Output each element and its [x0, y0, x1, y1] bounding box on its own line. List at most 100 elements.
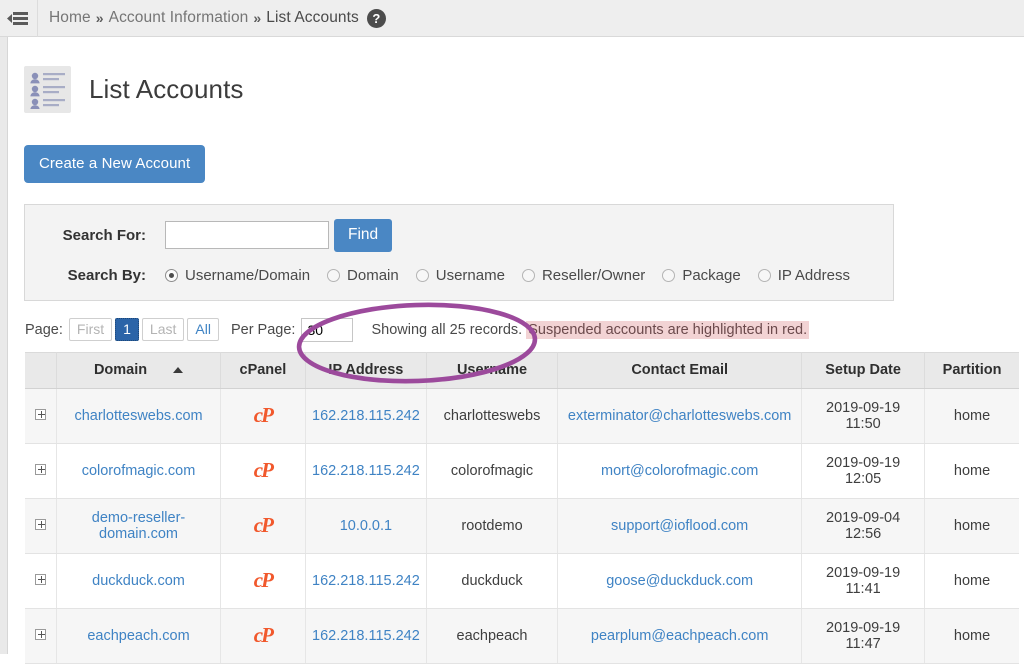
table-row: eachpeach.com cP 162.218.115.242 eachpeach p… [25, 608, 1019, 664]
column-header-partition[interactable]: Partition [924, 351, 1019, 389]
cell-cpanel: cP [220, 553, 307, 609]
cell-setup-date: 2019-09-19 11:50 [801, 388, 926, 444]
help-icon[interactable]: ? [366, 8, 386, 28]
per-page-label: Per Page: [230, 321, 296, 338]
breadcrumb-item-home[interactable]: Home [49, 9, 91, 27]
left-sidebar-rail [0, 37, 8, 654]
row-expander-cell [25, 498, 58, 554]
expand-row-icon[interactable] [35, 463, 47, 475]
accounts-table: Domain cPanel IP Address Username Contac… [25, 351, 1019, 664]
hamburger-menu-icon[interactable] [0, 0, 38, 37]
column-header-cpanel[interactable]: cPanel [220, 351, 307, 389]
cell-contact-email: pearplum@eachpeach.com [557, 608, 803, 664]
cpanel-icon[interactable]: cP [254, 460, 274, 481]
column-header-domain-label: Domain [93, 361, 148, 378]
cell-ip-address: 162.218.115.242 [305, 388, 427, 444]
radio-username[interactable]: Username [415, 266, 505, 284]
cell-partition: home [924, 388, 1019, 444]
row-expander-cell [25, 443, 58, 499]
page-last-button[interactable]: Last [141, 318, 185, 342]
radio-button-icon [662, 268, 676, 282]
expand-row-icon[interactable] [35, 518, 47, 530]
table-row: demo-reseller-domain.com cP 10.0.0.1 rootde… [25, 498, 1019, 554]
page-all-button[interactable]: All [187, 318, 219, 342]
radio-label: Package [682, 266, 741, 284]
radio-button-icon [757, 268, 771, 282]
top-navigation-bar: Home » Account Information » List Accoun… [0, 0, 1024, 37]
column-header-setup-date[interactable]: Setup Date [801, 351, 926, 389]
table-row: duckduck.com cP 162.218.115.242 duckduck goo… [25, 553, 1019, 609]
ip-address-link[interactable]: 162.218.115.242 [312, 573, 420, 589]
radio-domain[interactable]: Domain [327, 267, 399, 284]
create-new-account-button[interactable]: Create a New Account [24, 144, 206, 183]
cell-cpanel: cP [220, 443, 307, 499]
table-row: colorofmagic.com cP 162.218.115.242 colorof… [25, 443, 1019, 499]
radio-label: Username [435, 266, 505, 284]
search-input[interactable] [165, 221, 329, 250]
ip-address-link[interactable]: 10.0.0.1 [340, 518, 392, 534]
column-header-domain[interactable]: Domain [56, 351, 221, 389]
records-status: Showing all 25 records. Suspended accoun… [371, 320, 810, 339]
breadcrumb-separator: » [253, 10, 262, 26]
cell-domain: duckduck.com [56, 553, 221, 609]
column-header-ip-address[interactable]: IP Address [305, 351, 427, 389]
radio-label: Username/Domain [185, 266, 311, 284]
domain-link[interactable]: demo-reseller-domain.com [92, 510, 185, 542]
domain-link[interactable]: colorofmagic.com [82, 463, 196, 479]
breadcrumb-item-account-information[interactable]: Account Information [109, 9, 249, 27]
domain-link[interactable]: duckduck.com [92, 573, 185, 589]
domain-link[interactable]: charlotteswebs.com [74, 408, 202, 424]
contact-email-link[interactable]: goose@duckduck.com [606, 573, 753, 589]
ip-address-link[interactable]: 162.218.115.242 [312, 408, 420, 424]
cell-username: duckduck [426, 553, 559, 609]
cell-setup-date: 2019-09-19 11:41 [801, 553, 926, 609]
radio-label: Domain [347, 266, 399, 284]
expand-row-icon[interactable] [35, 573, 47, 585]
radio-package[interactable]: Package [662, 266, 741, 284]
breadcrumb-item-list-accounts: List Accounts [266, 9, 359, 26]
search-for-row: Search For: Find [25, 218, 893, 252]
contact-email-link[interactable]: pearplum@eachpeach.com [591, 628, 769, 644]
search-for-label: Search For: [62, 226, 146, 244]
cell-setup-date: 2019-09-04 12:56 [801, 498, 926, 554]
list-accounts-icon [24, 66, 71, 114]
cpanel-icon[interactable]: cP [254, 515, 274, 536]
radio-ip-address[interactable]: IP Address [757, 267, 850, 284]
page-first-button[interactable]: First [68, 318, 113, 342]
pagination-bar: Page: First 1 Last All Per Page: Showing… [25, 317, 1024, 342]
radio-button-icon [165, 268, 178, 282]
cpanel-icon[interactable]: cP [254, 625, 274, 646]
page-1-button[interactable]: 1 [115, 318, 139, 342]
cell-contact-email: goose@duckduck.com [557, 553, 803, 609]
column-header-contact-email[interactable]: Contact Email [557, 351, 803, 389]
cell-partition: home [924, 608, 1019, 664]
cell-cpanel: cP [220, 498, 307, 554]
ip-address-link[interactable]: 162.218.115.242 [312, 628, 420, 644]
table-header-row: Domain cPanel IP Address Username Contac… [25, 351, 1019, 389]
search-by-label: Search By: [67, 266, 146, 284]
column-header-username[interactable]: Username [426, 351, 559, 389]
cell-ip-address: 162.218.115.242 [305, 608, 427, 664]
expand-row-icon[interactable] [35, 628, 47, 640]
contact-email-link[interactable]: mort@colorofmagic.com [601, 463, 758, 479]
showing-records-text: Showing all 25 records. [371, 321, 523, 338]
contact-email-link[interactable]: support@ioflood.com [611, 518, 748, 534]
cpanel-icon[interactable]: cP [254, 570, 274, 591]
row-expander-cell [25, 553, 58, 609]
cpanel-icon[interactable]: cP [254, 405, 274, 426]
cell-cpanel: cP [220, 608, 307, 664]
contact-email-link[interactable]: exterminator@charlotteswebs.com [568, 408, 791, 424]
domain-link[interactable]: eachpeach.com [87, 628, 189, 644]
cell-username: charlotteswebs [426, 388, 559, 444]
expand-row-icon[interactable] [35, 408, 47, 420]
find-button[interactable]: Find [334, 218, 393, 252]
per-page-input[interactable] [301, 317, 354, 342]
radio-reseller-owner[interactable]: Reseller/Owner [521, 267, 645, 284]
cell-username: rootdemo [426, 498, 559, 554]
ip-address-link[interactable]: 162.218.115.242 [312, 463, 420, 479]
breadcrumb: Home » Account Information » List Accoun… [38, 8, 386, 28]
cell-domain: demo-reseller-domain.com [56, 498, 221, 554]
radio-username-domain[interactable]: Username/Domain [165, 267, 310, 284]
cell-partition: home [924, 498, 1019, 554]
cell-contact-email: support@ioflood.com [557, 498, 803, 554]
